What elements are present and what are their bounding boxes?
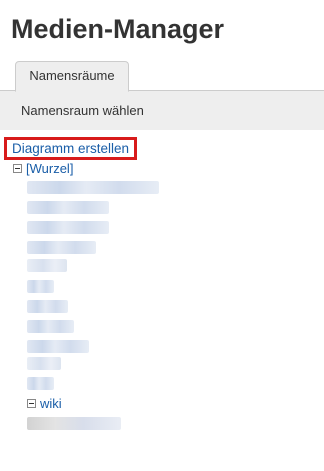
collapse-icon[interactable]: [27, 399, 36, 408]
redacted-namespace-item[interactable]: [27, 320, 74, 333]
create-diagram-highlight: Diagramm erstellen: [4, 137, 137, 160]
tree-root-row[interactable]: [Wurzel]: [13, 161, 73, 176]
redacted-namespace-item[interactable]: [27, 259, 67, 272]
redacted-namespace-item[interactable]: [27, 280, 54, 293]
namespace-panel: Namensraum wählen: [0, 90, 324, 130]
tab-bar: Namensräume: [0, 61, 324, 92]
redacted-namespace-item[interactable]: [27, 357, 61, 370]
redacted-namespace-item[interactable]: [27, 221, 109, 234]
collapse-icon[interactable]: [13, 164, 22, 173]
create-diagram-link[interactable]: Diagramm erstellen: [12, 141, 129, 156]
page-title: Medien-Manager: [11, 14, 225, 44]
redacted-namespace-item[interactable]: [27, 201, 109, 214]
redacted-namespace-item[interactable]: [27, 340, 89, 353]
tree-root-label[interactable]: [Wurzel]: [26, 161, 73, 176]
tree-wiki-row[interactable]: wiki: [27, 396, 62, 411]
redacted-namespace-item[interactable]: [27, 300, 68, 313]
redacted-namespace-item[interactable]: [27, 417, 121, 430]
redacted-namespace-item[interactable]: [27, 241, 96, 254]
redacted-namespace-item[interactable]: [27, 377, 54, 390]
redacted-namespace-item[interactable]: [27, 181, 159, 194]
tab-namespaces[interactable]: Namensräume: [15, 61, 129, 92]
tree-wiki-label[interactable]: wiki: [40, 396, 62, 411]
panel-heading: Namensraum wählen: [21, 103, 144, 118]
